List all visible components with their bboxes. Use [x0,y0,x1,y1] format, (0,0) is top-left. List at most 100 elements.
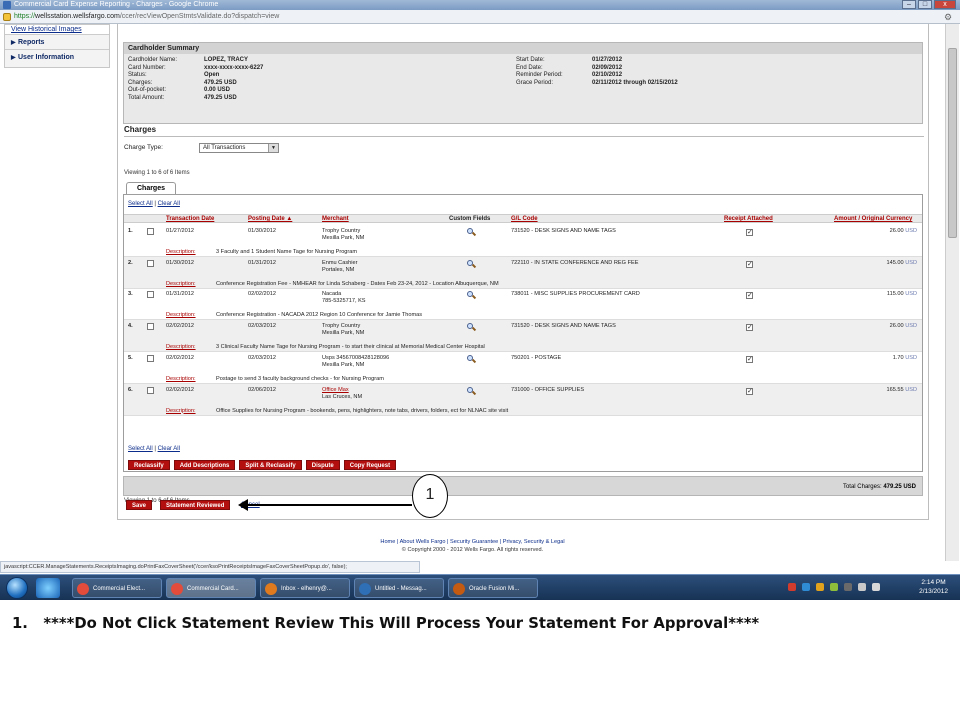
summary-row: Total Amount: 479.25 USD [128,95,237,102]
copy-request-button[interactable]: Copy Request [343,460,397,470]
gl-code: 750201 - POSTAGE [511,354,562,361]
receipt-attached-checkbox[interactable] [746,355,753,363]
col-amount[interactable]: Amount / Original Currency [834,216,912,222]
merchant-name[interactable]: Office Max [322,387,349,394]
magnifier-icon[interactable] [467,323,477,332]
magnifier-icon[interactable] [467,386,477,396]
row-checkbox[interactable] [147,323,154,331]
taskbar-task[interactable]: Untitled - Messag... [354,578,444,598]
description-link[interactable]: Description: [166,249,196,255]
minimize-button[interactable]: – [902,0,916,9]
row-checkbox[interactable] [147,228,154,235]
add-descriptions-button[interactable]: Add Descriptions [173,460,236,470]
tray-app-icon[interactable] [830,583,838,591]
magnifier-icon[interactable] [467,259,477,269]
description-link[interactable]: Description: [166,344,196,350]
taskbar-task[interactable]: Oracle Fusion Mi... [448,578,538,598]
table-row: 1. 01/27/2012 01/30/2012 Trophy Country Mesi… [124,225,922,257]
receipt-attached-checkbox[interactable] [746,260,753,268]
clock-time: 2:14 PM [921,579,946,586]
url-path: /ccer/recViewOpenStmtsValidate.do?dispat… [119,13,280,20]
clock[interactable]: 2:14 PM 2/13/2012 [919,578,948,596]
row-checkbox[interactable] [147,259,154,267]
col-transaction-date[interactable]: Transaction Date [166,216,214,222]
summary-value: 02/10/2012 [592,72,623,78]
col-custom-fields: Custom Fields [449,216,491,222]
taskbar-task-label: Untitled - Messag... [375,586,427,592]
split-reclassify-button[interactable]: Split & Reclassify [239,460,302,470]
save-button[interactable]: Save [126,500,153,510]
col-gl-code[interactable]: G/L Code [511,216,538,222]
description-link[interactable]: Description: [166,312,196,318]
currency: USD [905,386,917,393]
charge-type-select[interactable]: All Transactions ▼ [199,143,279,153]
receipt-attached-checkbox[interactable] [746,387,753,395]
summary-label: Grace Period: [516,79,554,86]
receipt-attached-checkbox[interactable] [746,291,753,300]
network-icon[interactable] [858,583,866,591]
summary-row: Start Date: 01/27/2012 [516,57,622,64]
magnifier-icon[interactable] [467,291,477,300]
magnifier-icon[interactable] [467,228,477,237]
tab-charges[interactable]: Charges [126,182,176,194]
col-posting-date[interactable]: Posting Date ▲ [248,216,292,222]
description-link[interactable]: Description: [166,376,196,382]
summary-row: Card Number: xxxx-xxxx-xxxx-6227 [128,65,263,72]
reclassify-button[interactable]: Reclassify [128,460,170,470]
amount-cell: 165.55 USD [879,387,917,394]
select-all-link[interactable]: Select All [128,446,153,452]
scrollbar-thumb[interactable] [948,48,957,238]
clear-all-link[interactable]: Clear All [158,201,180,207]
description-text: 3 Clinical Faculty Name Tage for Nursing… [216,344,485,351]
tray-app-icon[interactable] [788,583,796,591]
row-checkbox[interactable] [147,354,154,362]
historical-images-link[interactable]: View Historical Images [5,25,109,35]
start-button[interactable] [6,577,28,599]
summary-label: Charges: [128,79,153,86]
taskbar-task[interactable]: Inbox - elhenry@... [260,578,350,598]
address-bar[interactable]: https://wellsstation.wellsfargo.com/ccer… [0,10,960,24]
merchant-name: Trophy Country [322,228,361,234]
select-all-link[interactable]: Select All [128,201,153,207]
summary-row: End Date: 02/09/2012 [516,65,622,72]
tray-app-icon[interactable] [816,583,824,591]
taskbar-task[interactable]: Commercial Elect... [72,578,162,598]
vertical-scrollbar[interactable] [945,24,959,561]
summary-value: xxxx-xxxx-xxxx-6227 [204,64,264,71]
row-checkbox[interactable] [147,386,154,394]
col-merchant[interactable]: Merchant [322,216,349,222]
table-row: 6. 02/02/2012 02/06/2012 Office Max Las Cruc… [124,383,922,416]
row-number: 4. [128,323,133,330]
receipt-attached-checkbox[interactable] [746,323,753,332]
app-icon [359,583,371,595]
col-receipt-attached[interactable]: Receipt Attached [724,216,773,222]
dispute-button[interactable]: Dispute [305,460,340,470]
merchant-location: Mesilla Park, NM [322,361,365,368]
row-checkbox[interactable] [147,291,154,299]
wrench-icon[interactable]: ⚙ [944,12,954,22]
taskbar-task[interactable]: Commercial Card... [166,578,256,598]
sidebar-item-user-information[interactable]: ▶ User Information [5,50,109,65]
maximize-button[interactable]: □ [918,0,932,9]
volume-icon[interactable] [872,583,880,591]
sidebar-item-reports[interactable]: ▶ Reports [5,35,109,50]
internet-explorer-icon[interactable] [36,578,60,598]
footer-links[interactable]: Home | About Wells Fargo | Security Guar… [0,538,945,546]
description-link[interactable]: Description: [166,281,196,287]
currency: USD [905,259,917,266]
transaction-date: 02/02/2012 [166,323,194,330]
statement-reviewed-button[interactable]: Statement Reviewed [160,500,231,510]
close-button[interactable]: x [934,0,956,9]
receipt-attached-checkbox[interactable] [746,228,753,236]
chevron-down-icon[interactable]: ▼ [268,144,278,152]
amount-value: 145.00 [886,259,904,266]
tray-app-icon[interactable] [844,583,852,591]
charges-table: Select All | Clear All Transaction Date … [123,194,923,472]
row-number: 1. [128,228,133,234]
magnifier-icon[interactable] [467,354,477,364]
tray-app-icon[interactable] [802,583,810,591]
description-link[interactable]: Description: [166,408,196,414]
clock-date: 2/13/2012 [919,588,948,595]
instruction-note: 1. ****Do Not Click Statement Review Thi… [12,615,952,632]
clear-all-link[interactable]: Clear All [158,446,180,452]
